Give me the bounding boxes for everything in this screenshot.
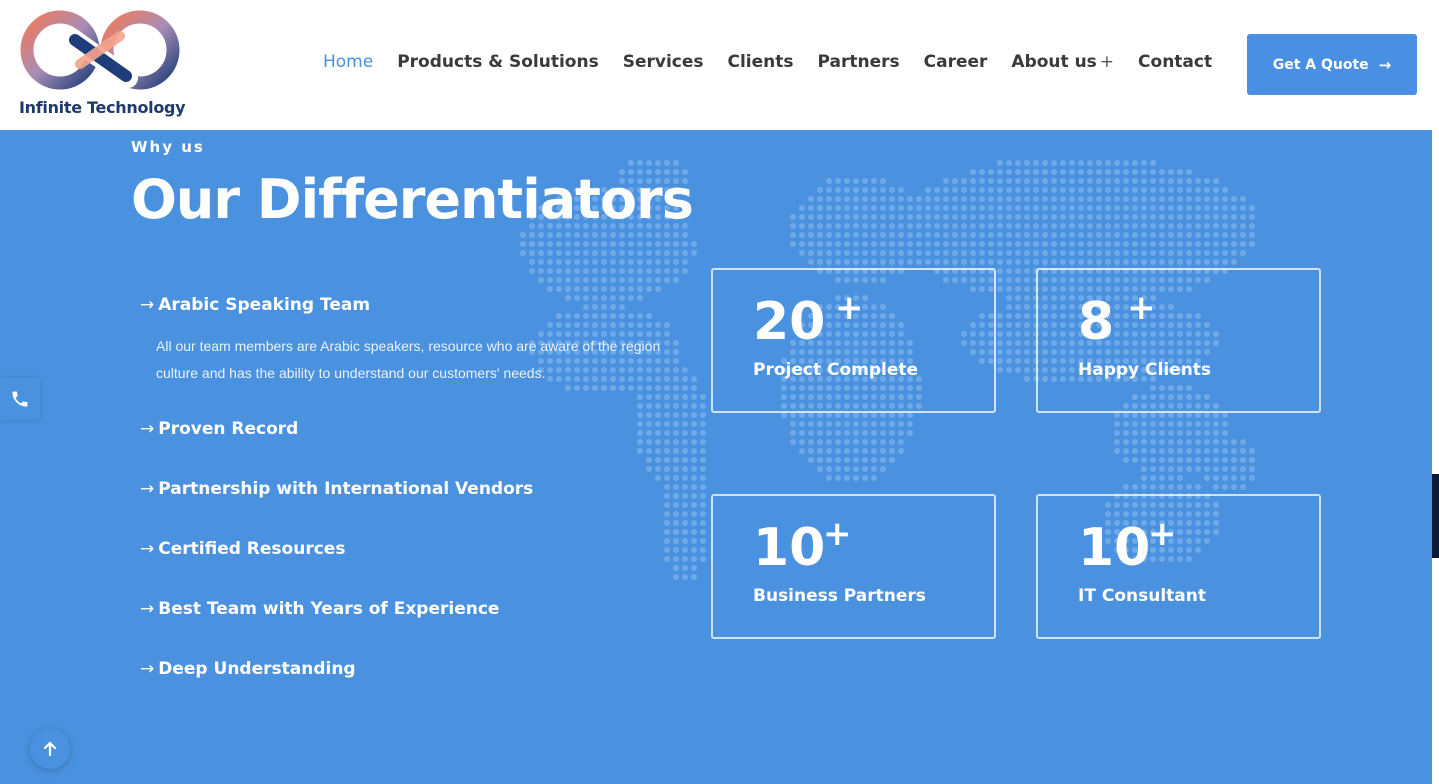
feature-title: Arabic Speaking Team bbox=[158, 295, 371, 315]
section-eyebrow: Why us bbox=[131, 138, 205, 156]
submenu-plus-icon: + bbox=[1099, 52, 1115, 72]
main-nav: Home Products & Solutions Services Clien… bbox=[323, 52, 1236, 72]
feature-description: All our team members are Arabic speakers… bbox=[156, 338, 661, 381]
stat-card-projects: 20 + Project Complete bbox=[711, 268, 996, 413]
feature-best-team: → Best Team with Years of Experience bbox=[140, 599, 499, 619]
stat-label: Business Partners bbox=[753, 586, 926, 606]
get-quote-label: Get A Quote bbox=[1272, 56, 1369, 73]
feature-title: Partnership with International Vendors bbox=[158, 479, 534, 499]
nav-partners[interactable]: Partners bbox=[818, 52, 900, 72]
feature-arabic-speaking-team: → Arabic Speaking Team bbox=[140, 295, 370, 315]
stat-card-clients: 8 + Happy Clients bbox=[1036, 268, 1321, 413]
feature-title: Proven Record bbox=[158, 419, 299, 439]
arrow-up-icon bbox=[43, 741, 57, 757]
arrow-right-icon: → bbox=[140, 659, 155, 679]
stat-value: 20 bbox=[753, 292, 826, 352]
arrow-right-icon: → bbox=[1378, 55, 1392, 74]
arrow-right-icon: → bbox=[140, 295, 155, 315]
stat-value: 10 bbox=[1078, 518, 1151, 578]
stat-plus-icon: + bbox=[823, 514, 852, 554]
side-tab[interactable] bbox=[1432, 474, 1439, 558]
nav-products-solutions[interactable]: Products & Solutions bbox=[397, 52, 599, 72]
stat-plus-icon: + bbox=[1148, 514, 1177, 554]
arrow-right-icon: → bbox=[140, 479, 155, 499]
stat-plus-icon: + bbox=[835, 288, 864, 328]
stat-plus-icon: + bbox=[1127, 288, 1156, 328]
nav-career[interactable]: Career bbox=[924, 52, 988, 72]
feature-title: Certified Resources bbox=[158, 539, 346, 559]
differentiators-section: Why us Our Differentiators → Arabic Speak… bbox=[0, 130, 1432, 784]
phone-icon bbox=[12, 391, 28, 407]
stat-value: 10 bbox=[753, 518, 826, 578]
section-title: Our Differentiators bbox=[131, 168, 694, 231]
stat-label: Happy Clients bbox=[1078, 360, 1212, 380]
infinity-logo-icon bbox=[20, 10, 180, 90]
scrollbar-track[interactable] bbox=[1432, 0, 1439, 784]
site-header: Infinite Technology Home Products & Solu… bbox=[0, 0, 1432, 130]
nav-about-us-label: About us bbox=[1011, 52, 1097, 72]
arrow-right-icon: → bbox=[140, 599, 155, 619]
brand-logo[interactable]: Infinite Technology bbox=[18, 10, 186, 122]
stat-value: 8 bbox=[1078, 292, 1115, 352]
stat-label: Project Complete bbox=[753, 360, 919, 380]
stat-card-consultants: 10 + IT Consultant bbox=[1036, 494, 1321, 639]
feature-certified-resources: → Certified Resources bbox=[140, 539, 345, 559]
feature-title: Best Team with Years of Experience bbox=[158, 599, 500, 619]
feature-deep-understanding: → Deep Understanding bbox=[140, 659, 356, 679]
feature-proven-record: → Proven Record bbox=[140, 419, 298, 439]
nav-clients[interactable]: Clients bbox=[728, 52, 794, 72]
arrow-right-icon: → bbox=[140, 539, 155, 559]
get-quote-button[interactable]: Get A Quote → bbox=[1247, 34, 1417, 95]
stat-card-partners: 10 + Business Partners bbox=[711, 494, 996, 639]
feature-title: Deep Understanding bbox=[158, 659, 356, 679]
nav-home[interactable]: Home bbox=[323, 52, 373, 72]
phone-button[interactable] bbox=[0, 378, 40, 420]
brand-name: Infinite Technology bbox=[19, 98, 186, 117]
feature-partnership: → Partnership with International Vendors bbox=[140, 479, 533, 499]
scroll-to-top-button[interactable] bbox=[30, 729, 70, 769]
nav-services[interactable]: Services bbox=[623, 52, 704, 72]
arrow-right-icon: → bbox=[140, 419, 155, 439]
nav-about-us[interactable]: About us + bbox=[1011, 52, 1114, 72]
stat-label: IT Consultant bbox=[1078, 586, 1206, 606]
nav-contact[interactable]: Contact bbox=[1138, 52, 1212, 72]
